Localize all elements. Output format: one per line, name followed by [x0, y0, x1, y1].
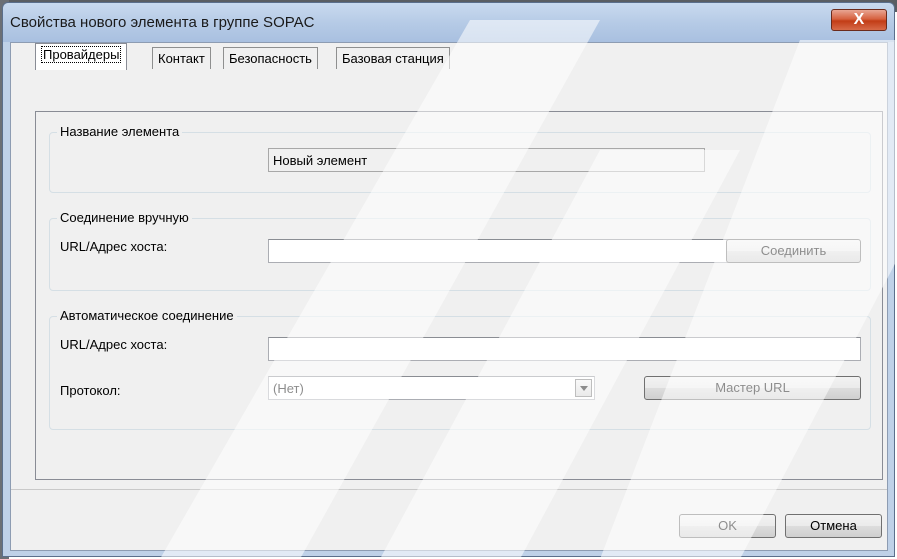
properties-dialog: Свойства нового элемента в группе SOPAC …: [2, 2, 895, 557]
close-icon: X: [853, 11, 865, 28]
connect-button[interactable]: Соединить: [726, 239, 861, 263]
protocol-value: (Нет): [273, 381, 304, 396]
manual-url-input[interactable]: [268, 239, 731, 263]
tab-base-station[interactable]: Базовая станция: [336, 47, 450, 69]
protocol-select[interactable]: (Нет): [268, 376, 595, 400]
auto-url-input[interactable]: [268, 337, 861, 361]
title-bar[interactable]: Свойства нового элемента в группе SOPAC …: [3, 3, 894, 42]
cancel-button[interactable]: Отмена: [785, 514, 882, 538]
tab-label: Безопасность: [229, 51, 312, 66]
url-host-label: URL/Адрес хоста:: [60, 239, 168, 254]
url-host-label: URL/Адрес хоста:: [60, 337, 168, 352]
tab-label: Контакт: [158, 51, 205, 66]
footer-divider: [11, 489, 887, 490]
group-auto-connection: Автоматическое соединение URL/Адрес хост…: [49, 308, 871, 430]
group-element-name: Название элемента Новый элемент: [49, 124, 871, 193]
group-legend: Название элемента: [57, 124, 183, 139]
tab-security[interactable]: Безопасность: [223, 47, 318, 69]
close-button[interactable]: X: [831, 9, 887, 31]
tab-contact[interactable]: Контакт: [152, 47, 211, 69]
tab-panel-providers: Название элемента Новый элемент Соединен…: [35, 111, 883, 480]
protocol-label: Протокол:: [60, 383, 121, 398]
tab-providers[interactable]: Провайдеры: [35, 43, 128, 70]
url-wizard-button[interactable]: Мастер URL: [644, 376, 861, 400]
group-manual-connection: Соединение вручную URL/Адрес хоста: Соед…: [49, 210, 871, 291]
dialog-client-area: Провайдеры Контакт Безопасность Базовая …: [10, 42, 888, 551]
tab-label: Провайдеры: [41, 46, 122, 63]
chevron-down-icon[interactable]: [575, 379, 592, 397]
element-name-field[interactable]: Новый элемент: [268, 148, 705, 172]
group-legend: Соединение вручную: [57, 210, 192, 225]
group-legend: Автоматическое соединение: [57, 308, 237, 323]
ok-button[interactable]: OK: [679, 514, 776, 538]
window-title: Свойства нового элемента в группе SOPAC: [10, 14, 315, 31]
tab-label: Базовая станция: [342, 51, 444, 66]
